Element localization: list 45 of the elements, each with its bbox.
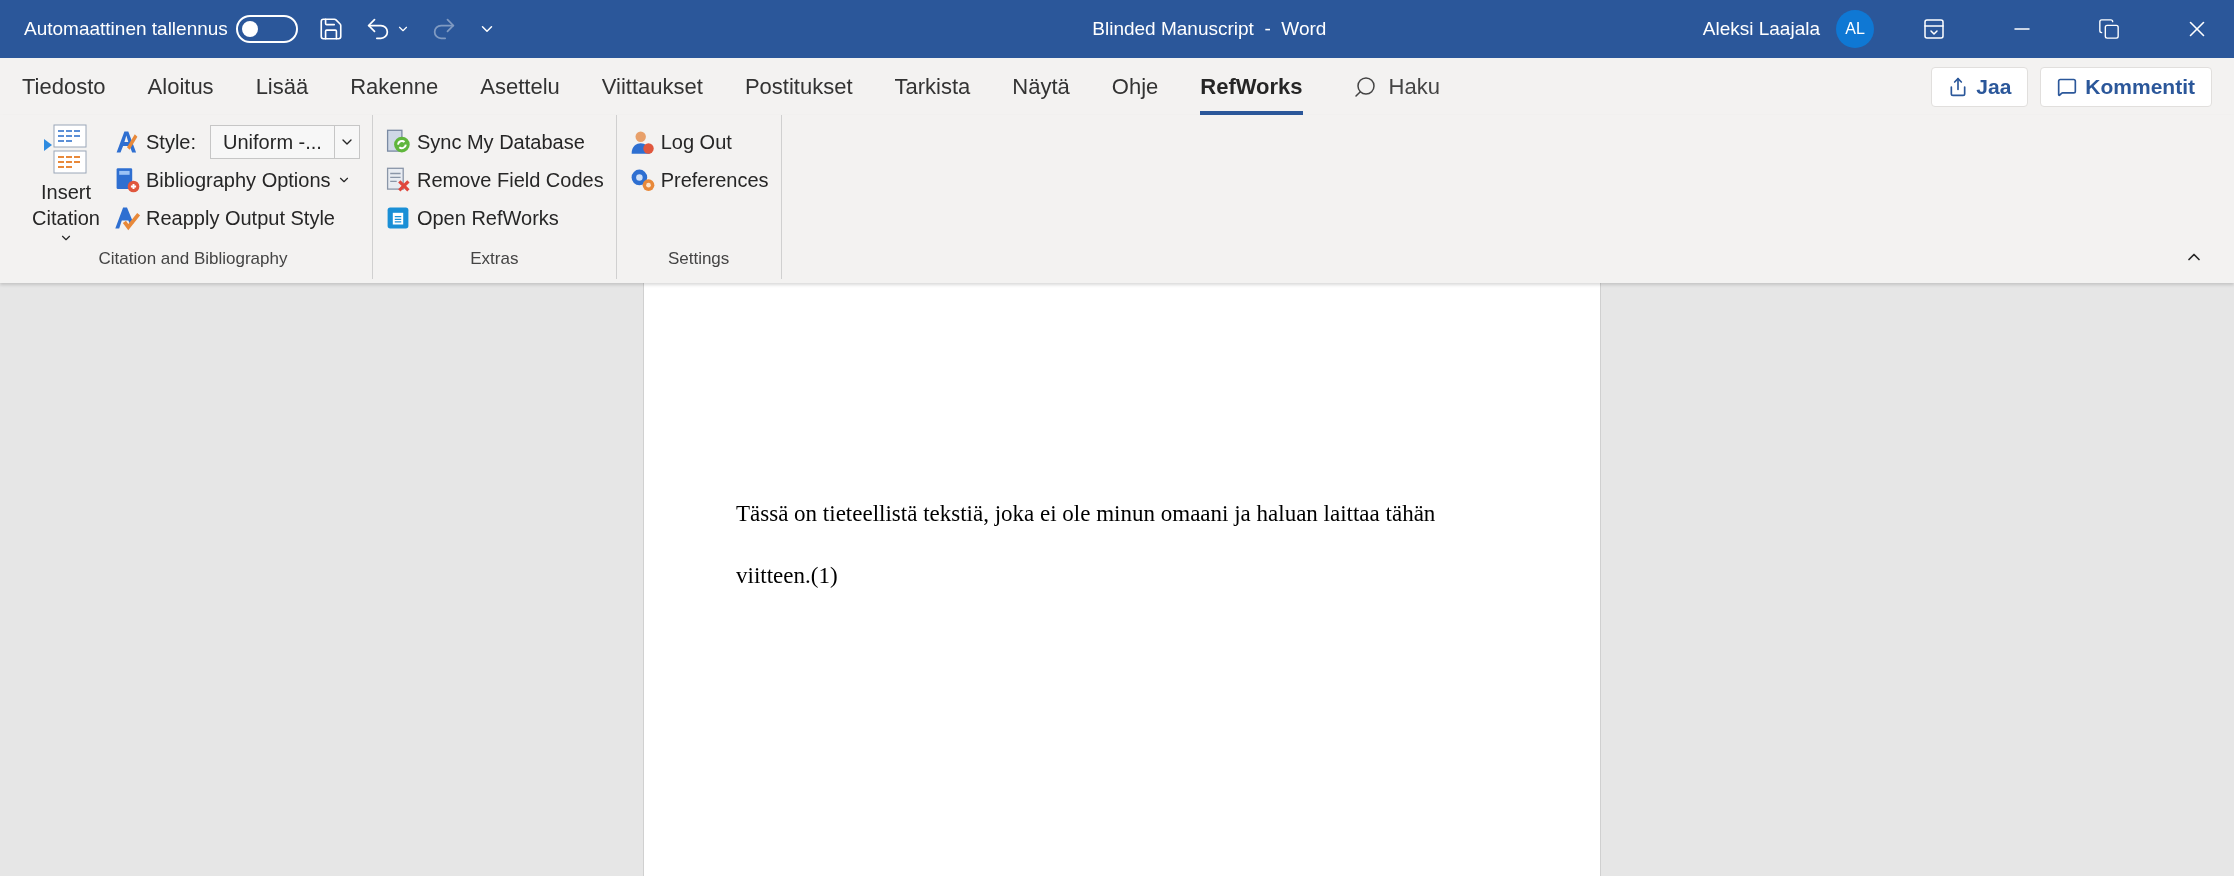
restore-icon[interactable] (2098, 18, 2120, 40)
style-label: Style: (146, 130, 197, 155)
ribbon-icon (114, 205, 140, 231)
ribbon-tab[interactable]: Viittaukset (601, 58, 703, 115)
ribbon-button[interactable]: Open RefWorks (384, 199, 604, 237)
style-select[interactable]: Uniform -... (210, 125, 360, 159)
insert-citation-icon (42, 123, 90, 175)
autosave-toggle[interactable] (235, 15, 298, 43)
ribbon-tab[interactable]: Lisää (255, 58, 309, 115)
search-icon (1352, 74, 1377, 99)
ribbon-icon (384, 129, 411, 155)
ribbon-button[interactable]: Remove Field Codes (384, 161, 604, 199)
window-title: Blinded Manuscript - Word (1091, 16, 1327, 41)
document-paragraph[interactable]: Tässä on tieteellistä tekstiä, joka ei ole minun omaani ja haluan laittaa tähän viitteen.(1) (736, 483, 1496, 607)
ribbon-button[interactable]: Reapply Output Style (114, 199, 360, 237)
comment-icon (2057, 76, 2078, 97)
ribbon-icon (114, 129, 140, 155)
comments-button[interactable]: Kommentit (2040, 66, 2212, 107)
ribbon-tab[interactable]: Rakenne (350, 58, 439, 115)
ribbon-tab[interactable]: RefWorks (1200, 58, 1303, 115)
ribbon-icon (384, 167, 411, 193)
ribbon-tab[interactable]: Ohje (1111, 58, 1159, 115)
user-avatar[interactable]: AL (1836, 10, 1874, 48)
user-name: Aleksi Laajala (1702, 16, 1820, 41)
save-icon[interactable] (317, 16, 344, 42)
ribbon-display-icon[interactable] (1922, 17, 1946, 41)
ribbon-button[interactable]: Sync My Database (384, 123, 604, 161)
ribbon-tab[interactable]: Näytä (1012, 58, 1070, 115)
group-label: Settings (666, 247, 731, 270)
ribbon-tab[interactable]: Aloitus (147, 58, 214, 115)
share-button[interactable]: Jaa (1931, 66, 2029, 107)
share-icon (1948, 76, 1969, 97)
ribbon-tab[interactable]: Asettelu (480, 58, 560, 115)
ribbon-button[interactable]: Bibliography Options (114, 161, 360, 199)
group-label: Citation and Bibliography (97, 247, 289, 270)
ribbon-tab[interactable]: Tiedosto (22, 58, 106, 115)
search-field[interactable]: Haku (1352, 70, 1440, 103)
group-label: Extras (469, 247, 520, 270)
autosave-label: Automaattinen tallennus (24, 16, 228, 41)
ribbon-button[interactable]: Log Out (628, 123, 769, 161)
ribbon-button[interactable]: Preferences (628, 161, 769, 199)
ribbon-tab[interactable]: Postitukset (744, 58, 853, 115)
ribbon-tab[interactable]: Tarkista (894, 58, 971, 115)
insert-citation-button[interactable]: Insert Citation (26, 123, 106, 246)
ribbon-icon (114, 167, 140, 193)
